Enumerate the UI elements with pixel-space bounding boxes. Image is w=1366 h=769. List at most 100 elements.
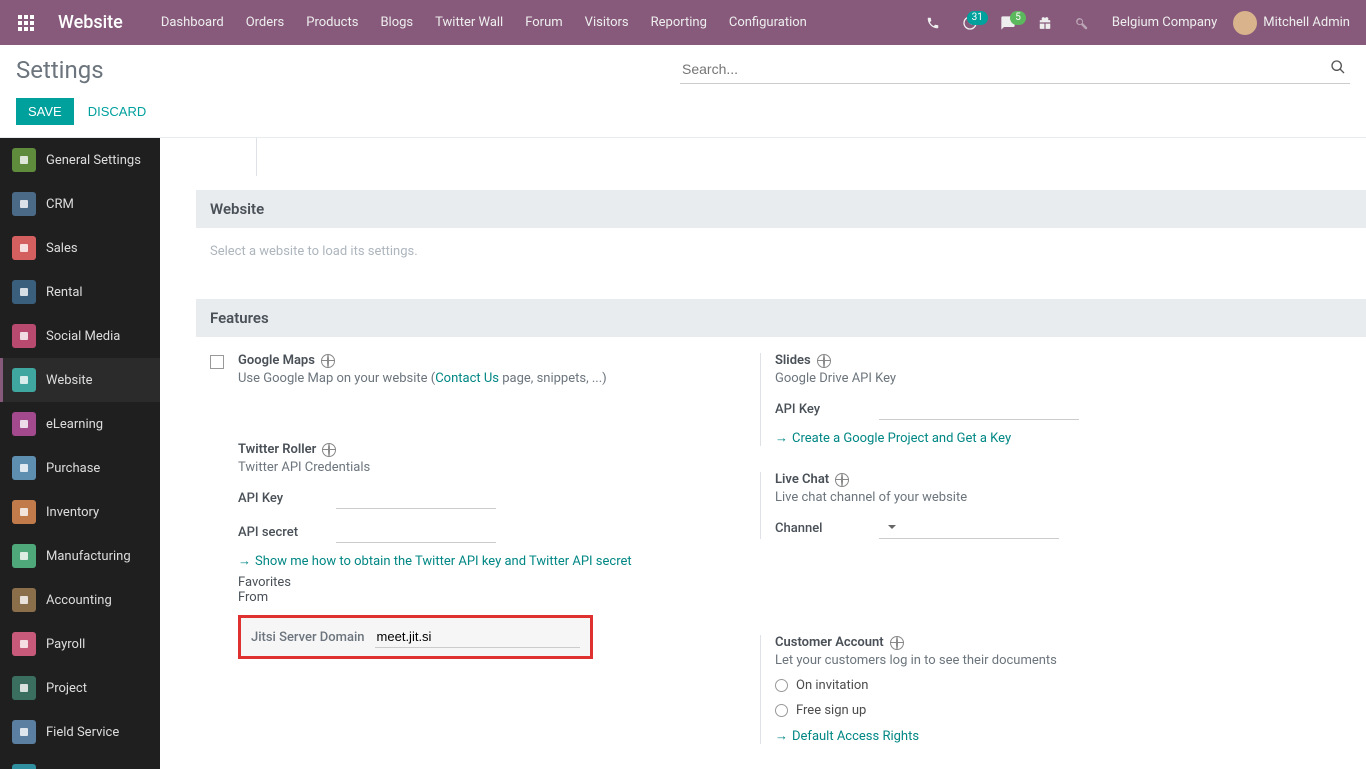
nav-products[interactable]: Products: [296, 2, 368, 43]
nav-dashboard[interactable]: Dashboard: [151, 2, 234, 43]
slides-title: Slides: [775, 353, 1270, 368]
sidebar-item-label: Inventory: [46, 505, 99, 520]
sidebar-item-social-media[interactable]: Social Media: [0, 314, 160, 358]
nav-reporting[interactable]: Reporting: [641, 2, 717, 43]
twitter-howto-link[interactable]: →Show me how to obtain the Twitter API k…: [238, 553, 720, 569]
sidebar-icon: [12, 324, 36, 348]
topbar: Website Dashboard Orders Products Blogs …: [0, 0, 1366, 45]
chat-icon[interactable]: 5: [992, 9, 1024, 37]
slides-desc: Google Drive API Key: [775, 371, 1270, 386]
globe-icon: [835, 473, 849, 487]
sidebar-item-elearning[interactable]: eLearning: [0, 402, 160, 446]
sidebar-item-label: Purchase: [46, 461, 100, 476]
gift-icon[interactable]: [1030, 10, 1060, 36]
twitter-title: Twitter Roller: [238, 442, 720, 457]
sidebar-icon: [12, 588, 36, 612]
nav-orders[interactable]: Orders: [236, 2, 295, 43]
livechat-desc: Live chat channel of your website: [775, 490, 1270, 505]
phone-icon[interactable]: [918, 10, 948, 36]
twitter-apisecret-input[interactable]: [336, 521, 496, 543]
sidebar-item-label: CRM: [46, 197, 74, 212]
sidebar-icon: [12, 500, 36, 524]
sidebar-item-sales[interactable]: Sales: [0, 226, 160, 270]
sidebar-icon: [12, 544, 36, 568]
sidebar-item-inventory[interactable]: Inventory: [0, 490, 160, 534]
sidebar-item-project[interactable]: Project: [0, 666, 160, 710]
company-switcher[interactable]: Belgium Company: [1102, 15, 1227, 30]
gmaps-checkbox[interactable]: [210, 355, 224, 369]
sidebar-icon: [12, 676, 36, 700]
sidebar-item-accounting[interactable]: Accounting: [0, 578, 160, 622]
apps-grid-icon: [18, 15, 34, 31]
customer-desc: Let your customers log in to see their d…: [775, 653, 1270, 668]
sidebar-icon: [12, 236, 36, 260]
sidebar-item-label: Rental: [46, 285, 83, 300]
default-access-rights-link[interactable]: →Default Access Rights: [775, 728, 1270, 744]
search-wrap: [680, 55, 1350, 84]
sidebar-item-label: Manufacturing: [46, 549, 131, 564]
clock-icon[interactable]: 31: [954, 9, 986, 37]
nav-configuration[interactable]: Configuration: [719, 2, 817, 43]
apps-launcher[interactable]: [8, 9, 44, 37]
search-input[interactable]: [680, 55, 1350, 84]
twitter-apikey-label: API Key: [238, 491, 328, 506]
sidebar-item-label: Accounting: [46, 593, 112, 608]
sidebar-icon: [12, 456, 36, 480]
sidebar-icon: [12, 764, 36, 769]
topbar-right: 31 5 Belgium Company Mitchell Admin: [918, 9, 1358, 37]
sidebar-item-label: Social Media: [46, 329, 120, 344]
sidebar-icon: [12, 280, 36, 304]
sidebar-item-label: Website: [46, 373, 93, 388]
slides-apikey-input[interactable]: [879, 398, 1079, 420]
contact-us-link[interactable]: Contact Us: [435, 371, 499, 386]
sidebar-item-manufacturing[interactable]: Manufacturing: [0, 534, 160, 578]
search-icon[interactable]: [1330, 59, 1346, 75]
save-button[interactable]: SAVE: [16, 98, 74, 125]
sidebar-icon: [12, 412, 36, 436]
livechat-title: Live Chat: [775, 472, 1270, 487]
discard-button[interactable]: DISCARD: [88, 98, 147, 125]
wrench-icon[interactable]: [1066, 10, 1096, 36]
sidebar-item-label: Payroll: [46, 637, 85, 652]
customer-title: Customer Account: [775, 635, 1270, 650]
sidebar-item-purchase[interactable]: Purchase: [0, 446, 160, 490]
sidebar-item-website[interactable]: Website: [0, 358, 160, 402]
jitsi-input[interactable]: [375, 626, 580, 648]
sidebar-item-general-settings[interactable]: General Settings: [0, 138, 160, 182]
brand-title[interactable]: Website: [44, 12, 151, 33]
channel-select[interactable]: [879, 517, 1059, 539]
sidebar-item-label: Field Service: [46, 725, 119, 740]
clock-badge: 31: [967, 11, 988, 25]
sidebar-item-planning[interactable]: Planning: [0, 754, 160, 769]
user-menu[interactable]: Mitchell Admin: [1233, 11, 1350, 35]
sidebar-item-crm[interactable]: CRM: [0, 182, 160, 226]
main-content[interactable]: Website Select a website to load its set…: [160, 138, 1366, 769]
nav-blogs[interactable]: Blogs: [370, 2, 423, 43]
twitter-apikey-input[interactable]: [336, 487, 496, 509]
channel-label: Channel: [775, 521, 835, 536]
slides-create-link[interactable]: →Create a Google Project and Get a Key: [775, 430, 1270, 446]
top-nav: Dashboard Orders Products Blogs Twitter …: [151, 2, 817, 43]
avatar: [1233, 11, 1257, 35]
sidebar-item-rental[interactable]: Rental: [0, 270, 160, 314]
username: Mitchell Admin: [1263, 15, 1350, 30]
workspace: General Settings CRM Sales Rental Social Med…: [0, 138, 1366, 769]
jitsi-highlight: Jitsi Server Domain: [238, 615, 593, 659]
slides-apikey-label: API Key: [775, 402, 835, 417]
sidebar-item-label: eLearning: [46, 417, 103, 432]
nav-forum[interactable]: Forum: [515, 2, 572, 43]
sidebar-item-field-service[interactable]: Field Service: [0, 710, 160, 754]
radio-invitation[interactable]: [775, 679, 788, 692]
gmaps-title: Google Maps: [238, 353, 720, 368]
nav-twitter-wall[interactable]: Twitter Wall: [425, 2, 513, 43]
opt-invitation: On invitation: [796, 678, 868, 693]
sidebar-icon: [12, 368, 36, 392]
twitter-apisecret-label: API secret: [238, 525, 328, 540]
sidebar-item-label: General Settings: [46, 153, 141, 168]
sidebar-item-payroll[interactable]: Payroll: [0, 622, 160, 666]
fav-from-label-2: From: [238, 590, 720, 605]
nav-visitors[interactable]: Visitors: [575, 2, 639, 43]
settings-sidebar[interactable]: General Settings CRM Sales Rental Social Med…: [0, 138, 160, 769]
radio-free-signup[interactable]: [775, 704, 788, 717]
sidebar-item-label: Project: [46, 681, 87, 696]
